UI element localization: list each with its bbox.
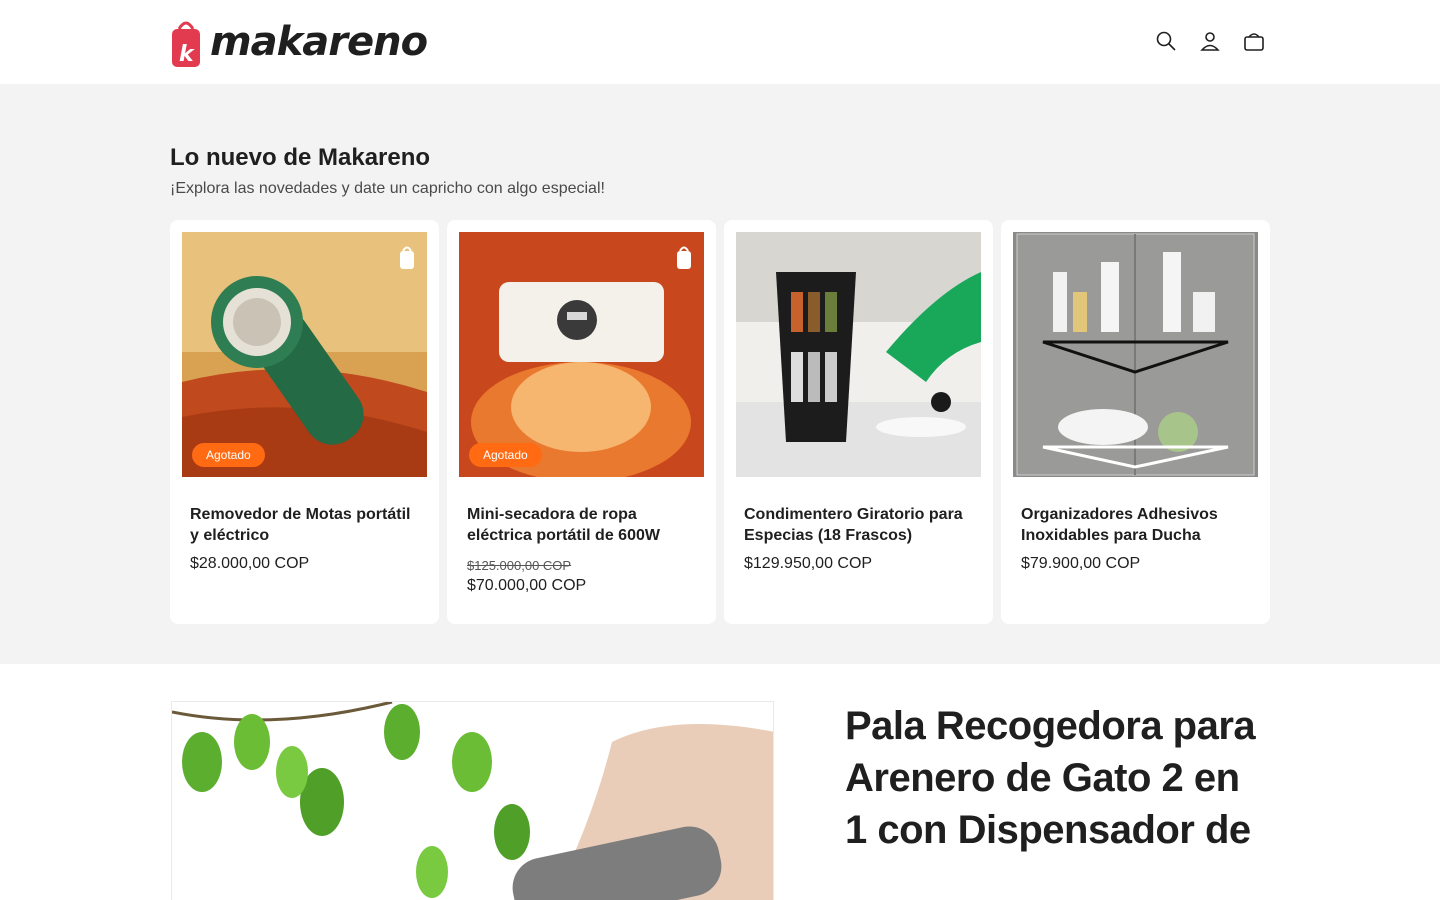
product-title[interactable]: Removedor de Motas portátil y eléctrico — [190, 504, 422, 546]
product-image-lint-remover[interactable]: Agotado — [182, 232, 427, 477]
brand-logo[interactable]: k makareno — [170, 14, 428, 70]
product-compare-price: $125.000,00 COP — [467, 558, 572, 573]
product-price: $70.000,00 COP — [467, 577, 587, 594]
product-card[interactable]: Condimentero Giratorio para Especias (18… — [724, 220, 993, 624]
account-icon[interactable] — [1198, 26, 1222, 56]
new-products-section: Lo nuevo de Makareno ¡Explora las noveda… — [0, 84, 1440, 664]
search-icon[interactable] — [1154, 26, 1178, 56]
product-price: $79.900,00 COP — [1021, 555, 1141, 572]
product-card[interactable]: Organizadores Adhesivos Inoxidables para… — [1001, 220, 1270, 624]
product-grid: Agotado Removedor de Motas portátil y el… — [170, 220, 1270, 624]
site-header: k makareno — [0, 0, 1440, 84]
product-card[interactable]: Agotado Removedor de Motas portátil y el… — [170, 220, 439, 624]
featured-product-image[interactable] — [171, 701, 774, 900]
shopping-bag-logo-icon: k — [172, 21, 200, 67]
product-image-mini-dryer[interactable]: Agotado — [459, 232, 704, 477]
sold-out-badge: Agotado — [192, 443, 265, 467]
section-subtitle: ¡Explora las novedades y date un caprich… — [170, 180, 605, 197]
product-image-shower-organizer[interactable] — [1013, 232, 1258, 477]
product-card[interactable]: Agotado Mini-secadora de ropa eléctrica … — [447, 220, 716, 624]
section-title: Lo nuevo de Makareno — [170, 144, 431, 171]
svg-text:k: k — [179, 42, 195, 67]
brand-bag-icon — [677, 246, 691, 269]
featured-product-title[interactable]: Pala Recogedora para Arenero de Gato 2 e… — [845, 700, 1265, 856]
product-price: $28.000,00 COP — [190, 555, 310, 572]
sold-out-badge: Agotado — [469, 443, 542, 467]
brand-bag-icon — [400, 246, 414, 269]
product-image-spice-rack[interactable] — [736, 232, 981, 477]
brand-name: makareno — [210, 19, 428, 65]
header-actions — [1154, 26, 1266, 56]
product-title[interactable]: Mini-secadora de ropa eléctrica portátil… — [467, 504, 699, 546]
product-price: $129.950,00 COP — [744, 555, 873, 572]
product-title[interactable]: Condimentero Giratorio para Especias (18… — [744, 504, 976, 546]
cart-icon[interactable] — [1242, 26, 1266, 56]
product-title[interactable]: Organizadores Adhesivos Inoxidables para… — [1021, 504, 1253, 546]
